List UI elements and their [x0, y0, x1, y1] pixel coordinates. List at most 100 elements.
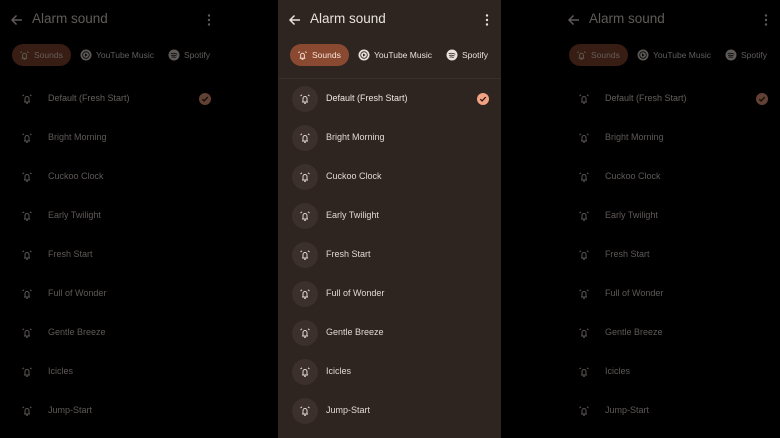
- alarm-bell-icon: [571, 125, 597, 151]
- list-item[interactable]: Early Twilight: [278, 196, 501, 235]
- tab-sounds[interactable]: Sounds: [12, 44, 71, 66]
- list-item[interactable]: Bright Morning: [0, 118, 223, 157]
- source-tabs: Sounds YouTube Music Spotify: [290, 44, 501, 66]
- source-tabs: Sounds YouTube Music Spotify: [569, 44, 780, 66]
- youtube-music-icon: [80, 49, 92, 61]
- page-title: Alarm sound: [589, 11, 665, 26]
- alarm-bell-icon: [14, 242, 40, 268]
- more-options-icon[interactable]: [204, 13, 214, 27]
- back-arrow-icon[interactable]: [287, 12, 303, 28]
- list-item[interactable]: Jump-Start: [557, 391, 780, 430]
- check-circle-icon: [756, 93, 768, 105]
- alarm-bell-icon: [14, 281, 40, 307]
- tab-spotify[interactable]: Spotify: [725, 44, 767, 66]
- spotify-icon: [168, 49, 180, 61]
- tab-label: Spotify: [741, 50, 767, 60]
- list-item[interactable]: Default (Fresh Start): [278, 79, 501, 118]
- sound-name: Bright Morning: [605, 132, 664, 142]
- tab-label: Sounds: [34, 50, 63, 60]
- more-options-icon[interactable]: [482, 13, 492, 27]
- tab-youtube-music[interactable]: YouTube Music: [80, 44, 154, 66]
- youtube-music-icon: [637, 49, 649, 61]
- alarm-bell-icon: [14, 359, 40, 385]
- sound-name: Fresh Start: [605, 249, 650, 259]
- check-circle-icon: [199, 93, 211, 105]
- tab-spotify[interactable]: Spotify: [446, 44, 488, 66]
- check-circle-icon: [477, 93, 489, 105]
- alarm-bell-icon: [14, 164, 40, 190]
- list-item[interactable]: Bright Morning: [278, 118, 501, 157]
- list-item[interactable]: Icicles: [557, 352, 780, 391]
- alarm-bell-icon: [292, 125, 318, 151]
- sound-name: Fresh Start: [48, 249, 93, 259]
- list-item[interactable]: Fresh Start: [278, 235, 501, 274]
- list-item[interactable]: Full of Wonder: [557, 274, 780, 313]
- sound-name: Jump-Start: [605, 405, 650, 415]
- sound-name: Bright Morning: [48, 132, 107, 142]
- tab-spotify[interactable]: Spotify: [168, 44, 210, 66]
- sound-name: Early Twilight: [326, 210, 379, 220]
- sound-name: Gentle Breeze: [48, 327, 106, 337]
- list-item[interactable]: Fresh Start: [557, 235, 780, 274]
- list-item[interactable]: Jump-Start: [278, 391, 501, 430]
- app-bar: Alarm sound: [0, 0, 223, 40]
- alarm-bell-icon: [292, 398, 318, 424]
- list-item[interactable]: Cuckoo Clock: [278, 157, 501, 196]
- tab-sounds[interactable]: Sounds: [290, 44, 349, 66]
- tab-label: YouTube Music: [374, 50, 432, 60]
- panel-left: Alarm sound Sounds YouTube Music Spotify…: [0, 0, 223, 438]
- sound-name: Fresh Start: [326, 249, 371, 259]
- list-item[interactable]: Cuckoo Clock: [0, 157, 223, 196]
- tab-label: Sounds: [591, 50, 620, 60]
- list-item[interactable]: Early Twilight: [0, 196, 223, 235]
- alarm-bell-icon: [14, 320, 40, 346]
- list-item[interactable]: Cuckoo Clock: [557, 157, 780, 196]
- tab-youtube-music[interactable]: YouTube Music: [358, 44, 432, 66]
- sound-name: Icicles: [326, 366, 352, 376]
- back-arrow-icon[interactable]: [566, 12, 582, 28]
- tab-label: Spotify: [184, 50, 210, 60]
- tab-sounds[interactable]: Sounds: [569, 44, 628, 66]
- app-bar: Alarm sound: [278, 0, 501, 40]
- sound-name: Cuckoo Clock: [326, 171, 382, 181]
- sound-name: Default (Fresh Start): [326, 93, 408, 103]
- spotify-icon: [446, 49, 458, 61]
- page-title: Alarm sound: [310, 11, 386, 26]
- list-item[interactable]: Gentle Breeze: [278, 313, 501, 352]
- list-item[interactable]: Icicles: [0, 352, 223, 391]
- alarm-bell-icon: [292, 359, 318, 385]
- app-bar: Alarm sound: [557, 0, 780, 40]
- list-item[interactable]: Bright Morning: [557, 118, 780, 157]
- page-title: Alarm sound: [32, 11, 108, 26]
- alarm-bell-icon: [571, 359, 597, 385]
- sound-name: Gentle Breeze: [605, 327, 663, 337]
- list-item[interactable]: Icicles: [278, 352, 501, 391]
- tab-label: Sounds: [312, 50, 341, 60]
- tab-label: YouTube Music: [653, 50, 711, 60]
- list-item[interactable]: Default (Fresh Start): [557, 79, 780, 118]
- tab-label: Spotify: [462, 50, 488, 60]
- alarm-bell-icon: [571, 242, 597, 268]
- list-item[interactable]: Jump-Start: [0, 391, 223, 430]
- list-item[interactable]: Full of Wonder: [0, 274, 223, 313]
- tab-youtube-music[interactable]: YouTube Music: [637, 44, 711, 66]
- list-item[interactable]: Gentle Breeze: [0, 313, 223, 352]
- alarm-bell-icon: [292, 164, 318, 190]
- alarm-bell-icon: [292, 86, 318, 112]
- list-item[interactable]: Fresh Start: [0, 235, 223, 274]
- alarm-bell-icon: [14, 398, 40, 424]
- alarm-bell-icon: [292, 281, 318, 307]
- sound-name: Bright Morning: [326, 132, 385, 142]
- sound-name: Default (Fresh Start): [48, 93, 130, 103]
- back-arrow-icon[interactable]: [9, 12, 25, 28]
- list-item[interactable]: Full of Wonder: [278, 274, 501, 313]
- sound-name: Gentle Breeze: [326, 327, 384, 337]
- more-options-icon[interactable]: [761, 13, 771, 27]
- list-item[interactable]: Gentle Breeze: [557, 313, 780, 352]
- alarm-bell-icon: [571, 281, 597, 307]
- alarm-bell-icon: [292, 242, 318, 268]
- alarm-bell-icon: [571, 86, 597, 112]
- alarm-bell-icon: [298, 50, 307, 60]
- list-item[interactable]: Early Twilight: [557, 196, 780, 235]
- list-item[interactable]: Default (Fresh Start): [0, 79, 223, 118]
